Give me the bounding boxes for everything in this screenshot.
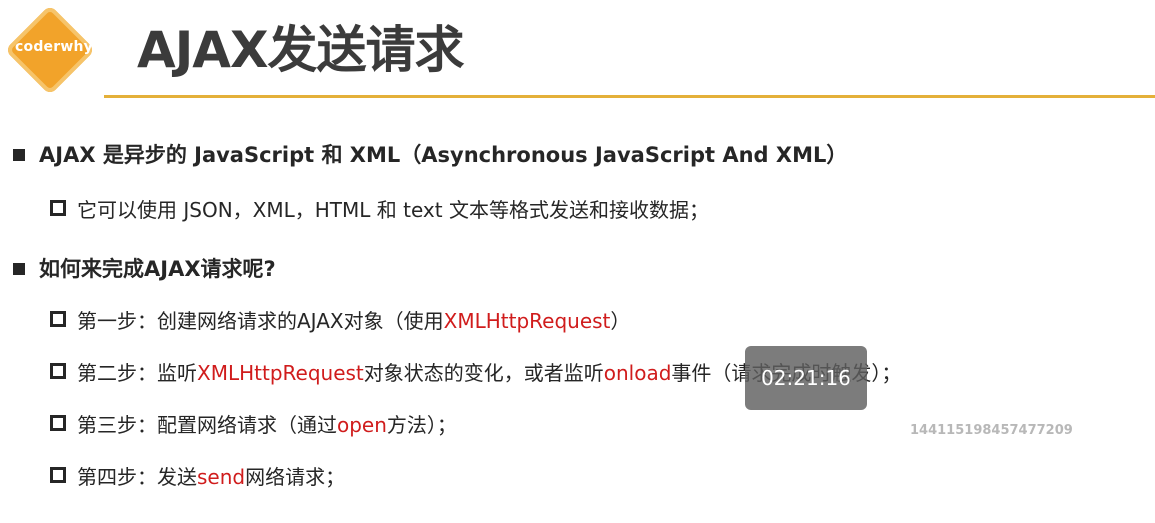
video-timestamp-overlay: 02:21:16 [745, 346, 867, 410]
hollow-square-bullet-icon [50, 363, 66, 379]
keyword-open: open [337, 413, 387, 437]
step-text: ） [610, 309, 631, 333]
filled-square-bullet-icon [13, 263, 25, 275]
keyword-send: send [197, 465, 246, 489]
sub-bullet-step-3: 第三步：配置网络请求（通过open方法）； [50, 409, 457, 438]
logo-text: coderwhy [15, 39, 93, 55]
bullet-how-to: 如何来完成AJAX请求呢? [13, 253, 276, 283]
hollow-square-bullet-icon [50, 311, 66, 327]
step-text: 第一步：创建网络请求的AJAX对象（使用 [77, 309, 444, 333]
bullet-text: 它可以使用 JSON，XML，HTML 和 text 文本等格式发送和接收数据； [77, 198, 709, 222]
filled-square-bullet-icon [13, 149, 25, 161]
hollow-square-bullet-icon [50, 415, 66, 431]
step-text: 对象状态的变化，或者监听 [363, 361, 604, 385]
step-text: 第三步：配置网络请求（通过 [77, 413, 337, 437]
page-title: AJAX发送请求 [137, 21, 465, 79]
step-text: 第四步：发送 [77, 465, 197, 489]
hollow-square-bullet-icon [50, 200, 66, 216]
sub-bullet-step-1: 第一步：创建网络请求的AJAX对象（使用XMLHttpRequest） [50, 305, 630, 334]
step-text: 网络请求； [245, 465, 346, 489]
title-divider [104, 95, 1155, 98]
keyword-xmlhttprequest: XMLHttpRequest [197, 361, 364, 385]
keyword-xmlhttprequest: XMLHttpRequest [443, 309, 611, 333]
keyword-onload: onload [603, 361, 672, 385]
bullet-ajax-definition: AJAX 是异步的 JavaScript 和 XML（Asynchronous … [13, 139, 847, 169]
bullet-text: AJAX 是异步的 JavaScript 和 XML（Asynchronous … [39, 143, 848, 167]
logo: coderwhy [4, 4, 96, 96]
step-text: 方法）； [386, 413, 457, 437]
hollow-square-bullet-icon [50, 467, 66, 483]
step-text: 第二步：监听 [77, 361, 197, 385]
sub-bullet-step-4: 第四步：发送send网络请求； [50, 461, 345, 490]
watermark-id: 144115198457477209 [910, 423, 1073, 438]
sub-bullet-data-formats: 它可以使用 JSON，XML，HTML 和 text 文本等格式发送和接收数据； [50, 194, 709, 223]
bullet-text: 如何来完成AJAX请求呢? [39, 257, 276, 281]
